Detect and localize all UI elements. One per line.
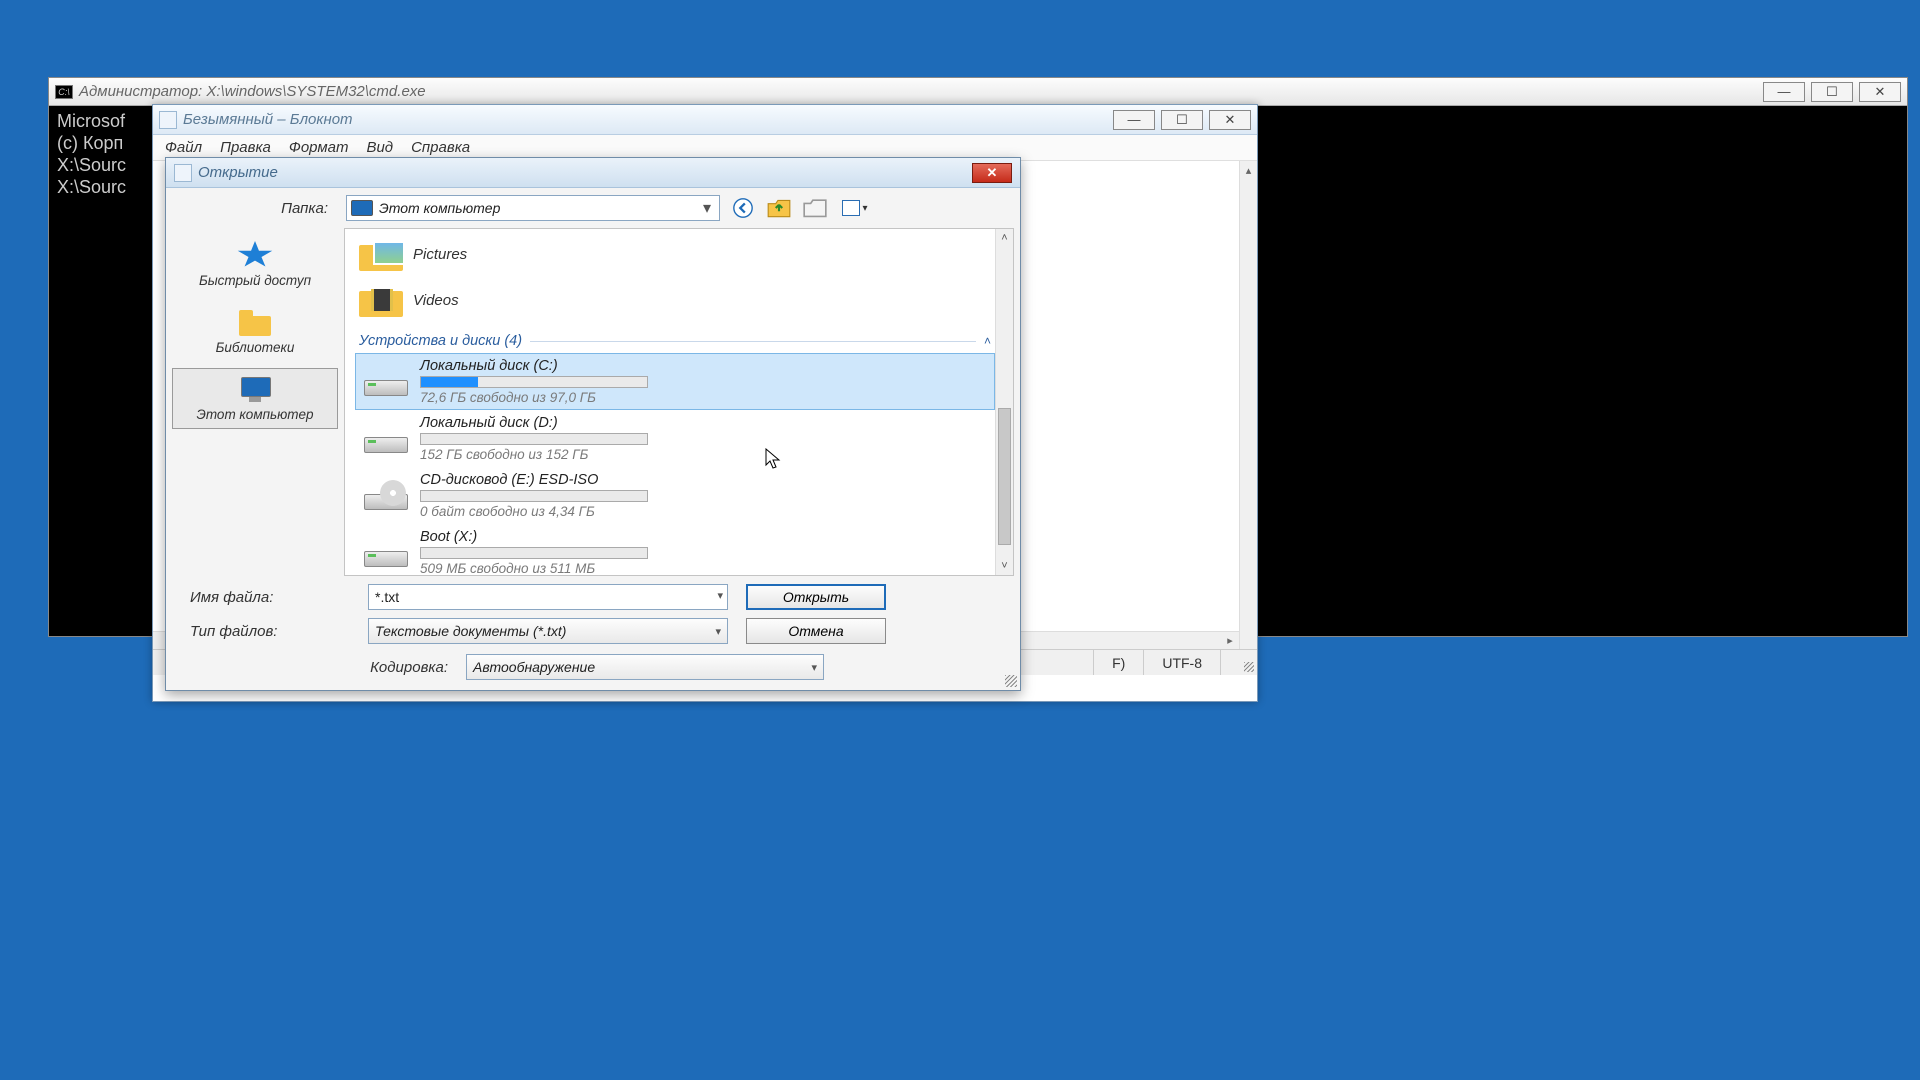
menu-file[interactable]: Файл [165, 139, 202, 156]
menu-view[interactable]: Вид [366, 139, 393, 156]
scroll-right-icon[interactable]: ▸ [1221, 632, 1239, 649]
place-libraries[interactable]: Библиотеки [172, 301, 338, 362]
maximize-button[interactable]: ☐ [1161, 110, 1203, 130]
open-dialog-titlebar[interactable]: Открытие ✕ [166, 158, 1020, 188]
hdd-icon [362, 423, 408, 455]
view-grid-icon [842, 200, 860, 216]
back-button[interactable] [730, 195, 756, 221]
menu-format[interactable]: Формат [289, 139, 349, 156]
computer-icon [351, 200, 373, 216]
drive-name: Локальный диск (C:) [420, 358, 648, 374]
folder-up-icon [766, 195, 792, 221]
filename-input[interactable]: *.txt ▾ [368, 584, 728, 610]
lookin-label: Папка: [166, 200, 336, 217]
drive-row[interactable]: Локальный диск (C:) 72,6 ГБ свободно из 9… [355, 353, 995, 410]
menu-edit[interactable]: Правка [220, 139, 271, 156]
drive-free-text: 509 МБ свободно из 511 МБ [420, 561, 648, 576]
drive-name: Локальный диск (D:) [420, 415, 648, 431]
notepad-icon [159, 111, 177, 129]
drive-row[interactable]: Локальный диск (D:) 152 ГБ свободно из 15… [355, 410, 995, 467]
open-dialog-toolbar: Папка: Этот компьютер ▾ ▾ [166, 188, 1020, 228]
drive-name: CD-дисковод (E:) ESD-ISO [420, 472, 648, 488]
maximize-button[interactable]: ☐ [1811, 82, 1853, 102]
hdd-icon [362, 366, 408, 398]
minimize-button[interactable]: — [1113, 110, 1155, 130]
close-button[interactable]: ✕ [1859, 82, 1901, 102]
vertical-scrollbar[interactable]: ▴ [1239, 161, 1257, 649]
group-devices[interactable]: Устройства и диски (4) ˄ [355, 323, 995, 353]
drive-row[interactable]: Boot (X:) 509 МБ свободно из 511 МБ [355, 524, 995, 576]
new-folder-icon [802, 197, 828, 219]
notepad-titlebar[interactable]: Безымянный – Блокнот — ☐ ✕ [153, 105, 1257, 135]
pictures-folder-icon [359, 237, 403, 271]
scroll-down-icon[interactable]: ˅ [996, 557, 1013, 575]
hdd-icon [362, 537, 408, 569]
encoding-select[interactable]: Автообнаружение ▾ [466, 654, 824, 680]
mouse-cursor-icon [765, 448, 783, 472]
drive-usage-bar [420, 547, 648, 559]
chevron-down-icon: ▾ [715, 625, 721, 638]
resize-grip-icon[interactable] [1220, 650, 1257, 675]
drive-row[interactable]: CD-дисковод (E:) ESD-ISO 0 байт свободно … [355, 467, 995, 524]
cancel-button[interactable]: Отмена [746, 618, 886, 644]
vertical-scrollbar[interactable]: ˄ ˅ [995, 229, 1013, 575]
lookin-dropdown[interactable]: Этот компьютер ▾ [346, 195, 720, 221]
videos-folder-icon [359, 283, 403, 317]
resize-grip-icon[interactable] [1005, 675, 1017, 687]
new-folder-button[interactable] [802, 195, 828, 221]
drive-free-text: 72,6 ГБ свободно из 97,0 ГБ [420, 390, 648, 405]
drive-usage-bar [420, 433, 648, 445]
menu-help[interactable]: Справка [411, 139, 470, 156]
chevron-down-icon[interactable]: ▾ [717, 589, 723, 602]
chevron-up-icon: ˄ [984, 334, 991, 348]
status-eol: F) [1093, 650, 1143, 675]
dialog-icon [174, 164, 192, 182]
folder-pictures[interactable]: Pictures [355, 231, 995, 277]
scroll-up-icon[interactable]: ˄ [996, 229, 1013, 247]
computer-icon [237, 375, 273, 403]
place-this-pc[interactable]: Этот компьютер [172, 368, 338, 429]
chevron-down-icon: ▾ [699, 198, 715, 218]
open-button[interactable]: Открыть [746, 584, 886, 610]
notepad-title: Безымянный – Блокнот [183, 111, 353, 128]
folder-videos[interactable]: Videos [355, 277, 995, 323]
open-dialog: Открытие ✕ Папка: Этот компьютер ▾ ▾ Быс… [165, 157, 1021, 691]
filetype-select[interactable]: Текстовые документы (*.txt) ▾ [368, 618, 728, 644]
drive-name: Boot (X:) [420, 529, 648, 545]
back-arrow-icon [732, 197, 754, 219]
view-menu-button[interactable]: ▾ [838, 195, 872, 221]
drive-usage-bar [420, 376, 648, 388]
open-dialog-title: Открытие [198, 164, 278, 181]
drive-usage-bar [420, 490, 648, 502]
drive-free-text: 152 ГБ свободно из 152 ГБ [420, 447, 648, 462]
encoding-label: Кодировка: [180, 659, 448, 676]
folder-icon [237, 308, 273, 336]
cmd-titlebar[interactable]: C:\ Администратор: X:\windows\SYSTEM32\c… [49, 78, 1907, 106]
filetype-label: Тип файлов: [180, 623, 350, 640]
status-encoding: UTF-8 [1143, 650, 1220, 675]
chevron-down-icon: ▾ [811, 661, 817, 674]
filename-label: Имя файла: [180, 589, 350, 606]
cmd-title: Администратор: X:\windows\SYSTEM32\cmd.e… [79, 83, 426, 100]
drive-free-text: 0 байт свободно из 4,34 ГБ [420, 504, 648, 519]
file-pane[interactable]: Pictures Videos Устройства и диски (4) ˄… [344, 228, 1014, 576]
places-bar: Быстрый доступ Библиотеки Этот компьютер [166, 228, 344, 576]
close-button[interactable]: ✕ [972, 163, 1012, 183]
lookin-value: Этот компьютер [379, 200, 693, 216]
up-one-level-button[interactable] [766, 195, 792, 221]
cd-drive-icon [362, 480, 408, 512]
chevron-down-icon: ▾ [862, 203, 867, 214]
star-icon [237, 241, 273, 269]
cmd-icon: C:\ [55, 85, 73, 99]
place-quick-access[interactable]: Быстрый доступ [172, 234, 338, 295]
close-button[interactable]: ✕ [1209, 110, 1251, 130]
minimize-button[interactable]: — [1763, 82, 1805, 102]
scroll-thumb[interactable] [998, 408, 1011, 544]
scroll-up-icon[interactable]: ▴ [1240, 161, 1257, 179]
